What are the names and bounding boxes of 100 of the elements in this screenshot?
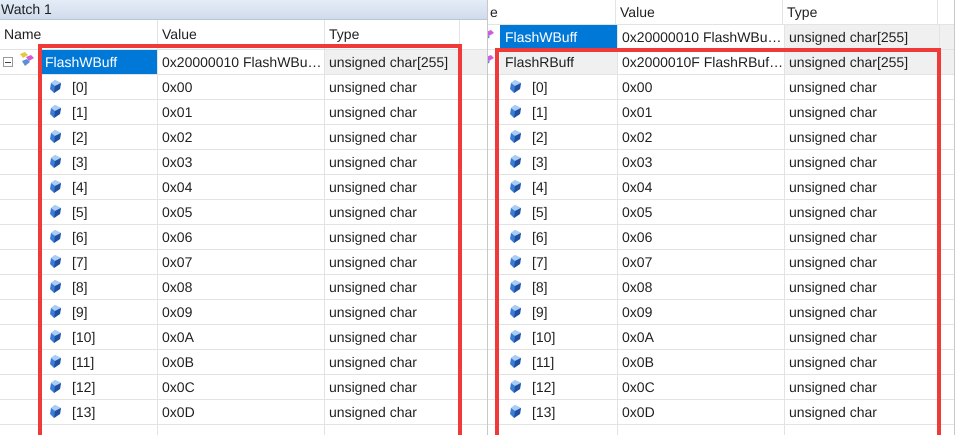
type-cell: unsigned char [785, 250, 940, 274]
variable-icon [50, 105, 61, 118]
type-cell: unsigned char [325, 175, 460, 199]
value-cell: 0x03 [158, 150, 325, 174]
variable-icon [50, 255, 61, 268]
variable-name[interactable]: FlashRBuff [500, 50, 617, 74]
element-index: [1] [532, 102, 548, 122]
value-cell: 0x0B [618, 350, 785, 374]
element-index: [9] [532, 302, 548, 322]
variable-icon [50, 80, 61, 93]
element-index: [6] [532, 228, 548, 247]
type-cell: unsigned char [785, 200, 940, 224]
element-index: [7] [72, 252, 88, 272]
type-cell: unsigned char [325, 225, 460, 249]
element-index: [0] [532, 78, 548, 97]
variable-icon [510, 255, 521, 268]
variable-icon [50, 155, 61, 168]
type-cell: unsigned char [785, 150, 940, 174]
column-header: Value [616, 0, 783, 24]
variable-icon [510, 305, 521, 318]
element-index: [9] [72, 302, 88, 322]
element-index: [5] [72, 202, 88, 222]
type-cell: unsigned char [325, 350, 460, 374]
variable-icon [50, 305, 61, 318]
element-index: [4] [532, 178, 548, 197]
value-cell: 0x08 [158, 275, 325, 299]
type-cell: unsigned char [785, 75, 940, 99]
type-cell: unsigned char [785, 350, 940, 374]
variable-icon [50, 205, 61, 218]
value-cell: 0x08 [618, 275, 785, 299]
variable-icon [50, 380, 61, 393]
type-cell: unsigned char [325, 150, 460, 174]
variable-name[interactable]: FlashWBuff [40, 50, 157, 74]
type-cell: unsigned char [325, 200, 460, 224]
type-cell: unsigned char [325, 125, 460, 149]
type-cell: unsigned char [325, 400, 460, 424]
value-cell: 0x05 [618, 200, 785, 224]
column-header: Type [783, 0, 938, 24]
element-index: [1] [72, 102, 88, 122]
element-index: [11] [72, 352, 94, 372]
variable-name[interactable]: FlashWBuff [500, 25, 617, 49]
type-cell: unsigned char [325, 100, 460, 124]
type-cell: unsigned char [325, 75, 460, 99]
value-cell: 0x04 [618, 175, 785, 199]
element-index: [13] [532, 402, 556, 422]
value-cell: 0x09 [158, 300, 325, 324]
element-index: [8] [532, 278, 548, 297]
type-cell: unsigned char [785, 325, 940, 349]
variable-icon [510, 130, 521, 143]
value-cell: 0x06 [158, 225, 325, 249]
element-index: [7] [532, 252, 548, 272]
type-cell: unsigned char [325, 300, 460, 324]
type-cell: unsigned char [325, 325, 460, 349]
element-index: [13] [72, 402, 96, 422]
element-index: [10] [72, 328, 96, 347]
variable-icon [510, 155, 521, 168]
value-cell: 0x0C [618, 375, 785, 399]
element-index: [12] [532, 378, 556, 397]
value-cell: 0x05 [158, 200, 325, 224]
type-cell: unsigned char [325, 375, 460, 399]
type-cell: unsigned char [785, 400, 940, 424]
panel-title: Watch 1 [0, 0, 487, 20]
element-index: [0] [72, 78, 88, 97]
variable-icon [510, 280, 521, 293]
element-index: [11] [532, 352, 554, 372]
variable-icon [510, 330, 521, 343]
variable-icon [50, 280, 61, 293]
type-cell: unsigned char[255] [785, 25, 940, 49]
value-cell: 0x0D [158, 400, 325, 424]
value-cell: 0x0C [158, 375, 325, 399]
variable-icon [510, 105, 521, 118]
variable-icon [50, 330, 61, 343]
element-index: [5] [532, 202, 548, 222]
variable-icon [510, 355, 521, 368]
column-header: Value [158, 20, 325, 49]
type-cell: unsigned char [785, 300, 940, 324]
value-cell: 0x02 [618, 125, 785, 149]
type-cell: unsigned char[255] [325, 50, 460, 74]
variable-icon [50, 130, 61, 143]
variable-icon [510, 180, 521, 193]
variable-icon [50, 230, 61, 243]
element-index: [2] [72, 128, 88, 147]
element-index: [4] [72, 178, 88, 197]
element-index: [12] [72, 378, 96, 397]
element-index: [8] [72, 278, 88, 297]
value-cell: 0x0D [618, 400, 785, 424]
variable-icon [50, 180, 61, 193]
type-cell: unsigned char [785, 100, 940, 124]
value-cell: 0x03 [618, 150, 785, 174]
element-index: [6] [72, 228, 88, 247]
value-cell: 0x00 [618, 75, 785, 99]
type-cell: unsigned char [785, 275, 940, 299]
value-cell: 0x09 [618, 300, 785, 324]
type-cell: unsigned char[255] [785, 50, 940, 74]
type-cell: unsigned char [785, 175, 940, 199]
collapse-toggle[interactable] [3, 57, 13, 67]
value-cell: 0x0A [618, 325, 785, 349]
column-header: Name [0, 20, 158, 49]
value-cell: 0x01 [618, 100, 785, 124]
type-cell: unsigned char [785, 125, 940, 149]
